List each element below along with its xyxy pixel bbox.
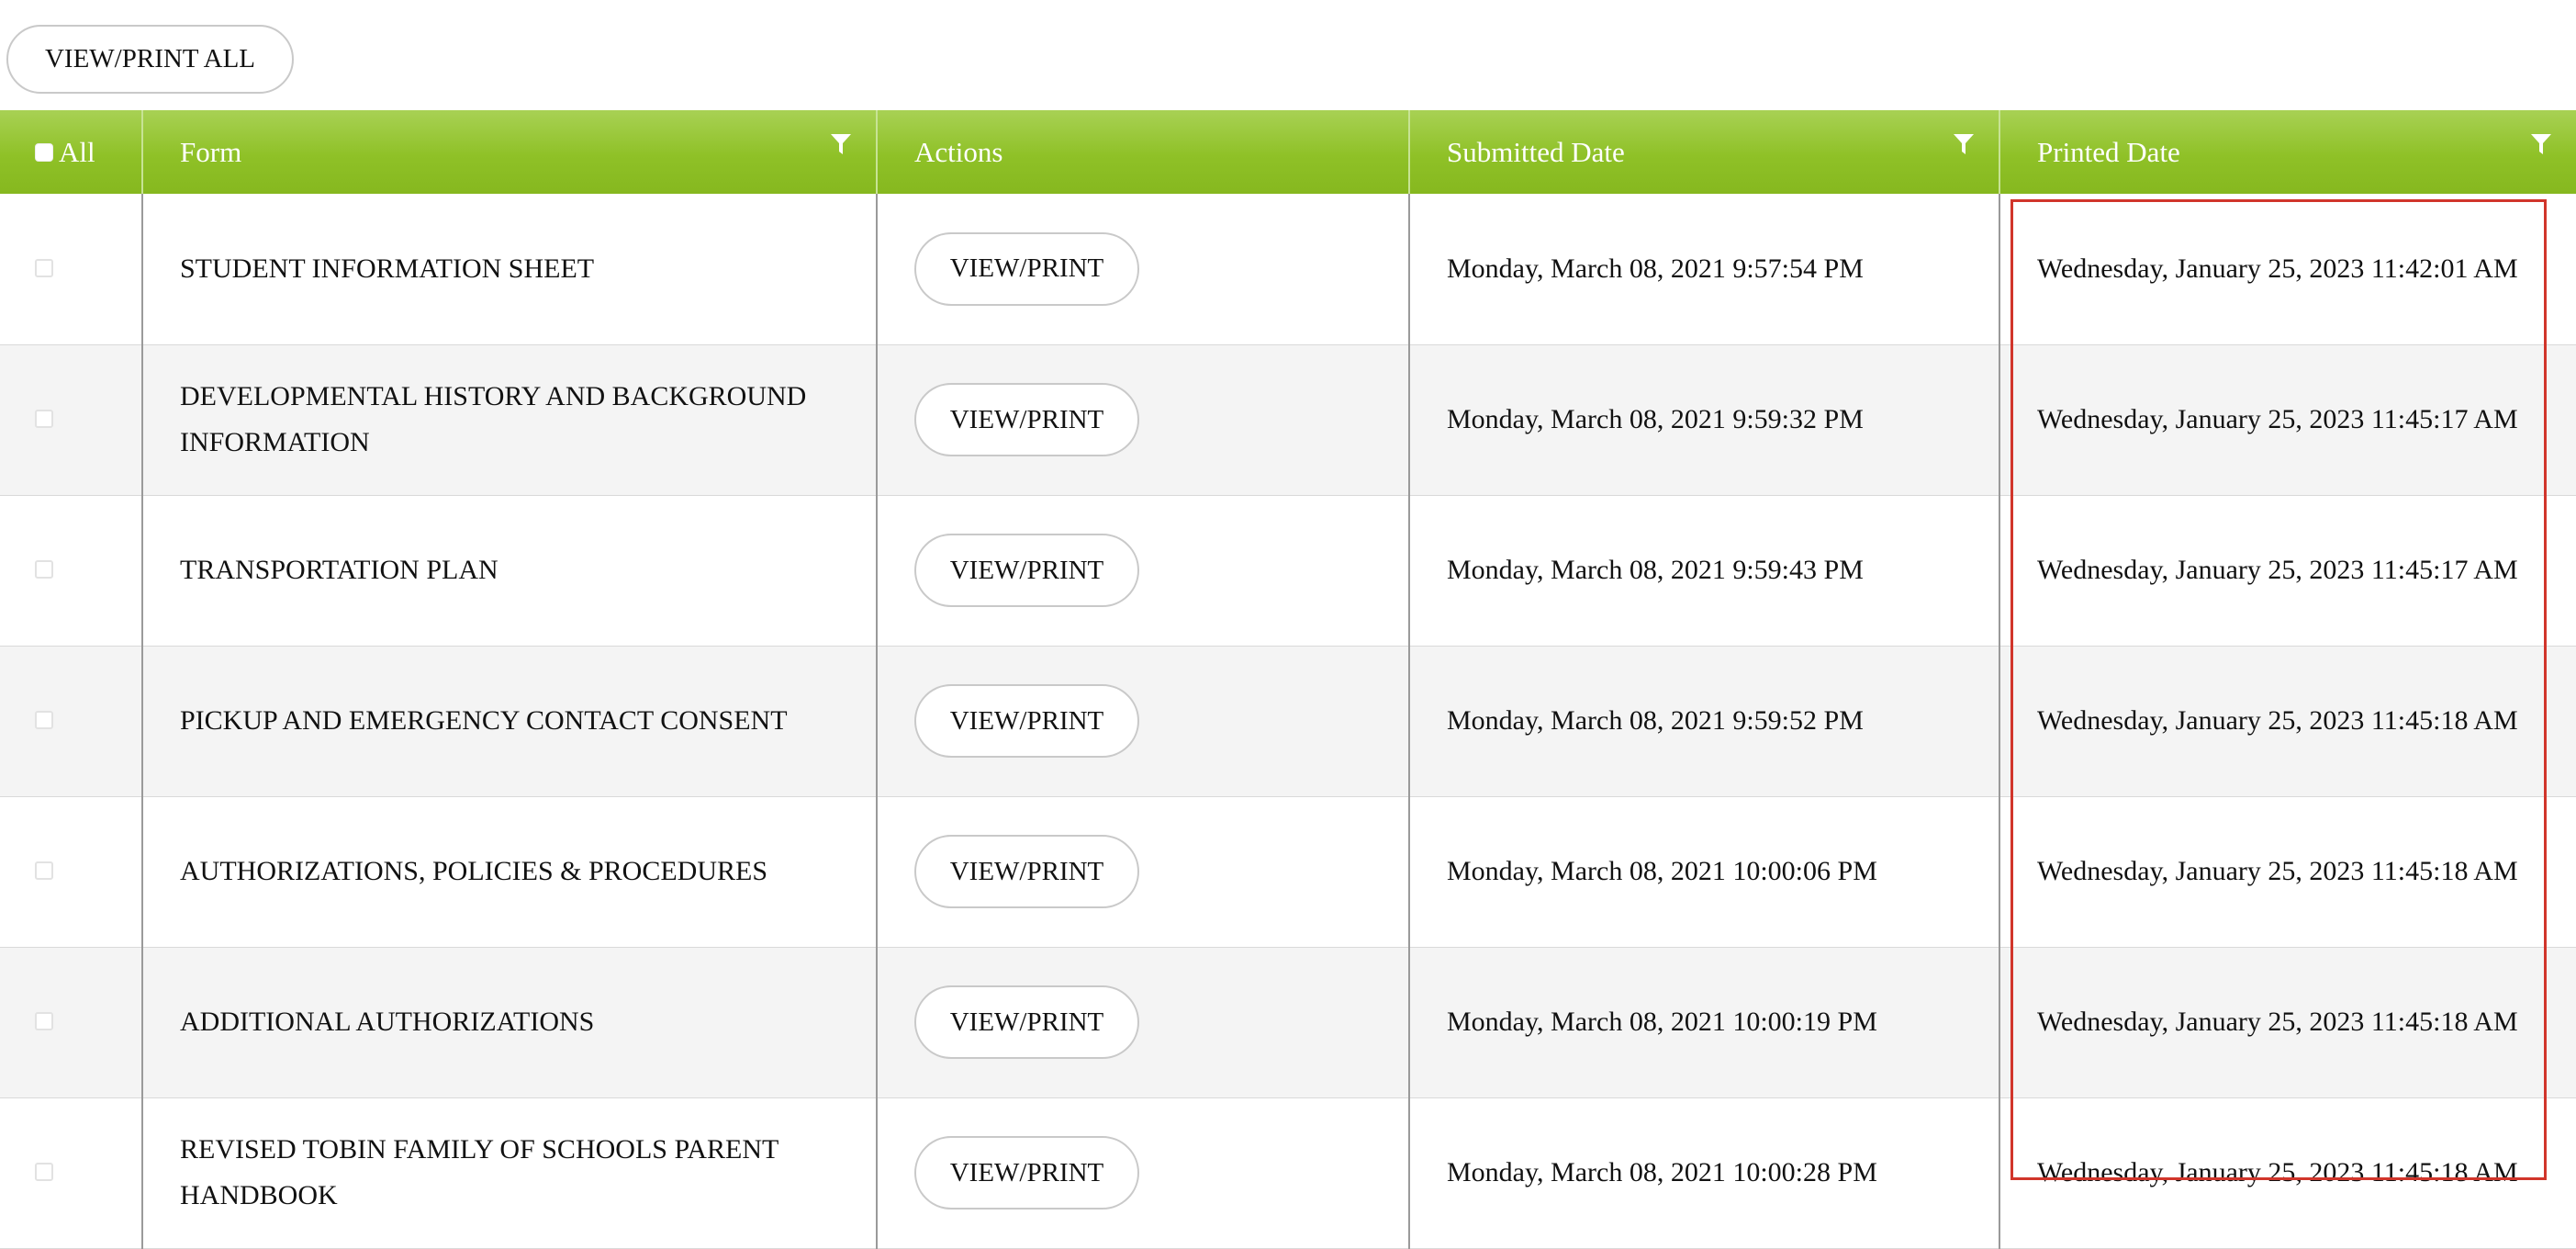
submitted-date-cell: Monday, March 08, 2021 9:59:52 PM	[1409, 646, 2000, 797]
submitted-date-cell: Monday, March 08, 2021 9:59:43 PM	[1409, 495, 2000, 647]
form-name-cell: PICKUP AND EMERGENCY CONTACT CONSENT	[142, 646, 878, 797]
row-select-cell	[0, 344, 143, 496]
row-select-cell	[0, 194, 143, 345]
view-print-button[interactable]: VIEW/PRINT	[914, 835, 1139, 908]
printed-date-cell: Wednesday, January 25, 2023 11:45:17 AM	[1999, 344, 2576, 496]
table-row: PICKUP AND EMERGENCY CONTACT CONSENT VIE…	[0, 646, 2576, 797]
row-checkbox[interactable]	[35, 560, 53, 579]
row-checkbox[interactable]	[35, 711, 53, 729]
row-checkbox[interactable]	[35, 1012, 53, 1030]
filter-icon[interactable]	[830, 132, 852, 156]
view-print-button[interactable]: VIEW/PRINT	[914, 1136, 1139, 1210]
actions-cell: VIEW/PRINT	[877, 1097, 1410, 1249]
view-print-button[interactable]: VIEW/PRINT	[914, 684, 1139, 758]
submitted-date-cell: Monday, March 08, 2021 10:00:19 PM	[1409, 947, 2000, 1098]
printed-date-cell: Wednesday, January 25, 2023 11:42:01 AM	[1999, 194, 2576, 345]
actions-cell: VIEW/PRINT	[877, 495, 1410, 647]
view-print-all-button[interactable]: VIEW/PRINT ALL	[6, 25, 294, 94]
view-print-button[interactable]: VIEW/PRINT	[914, 985, 1139, 1059]
header-actions-label: Actions	[914, 135, 1003, 168]
actions-cell: VIEW/PRINT	[877, 947, 1410, 1098]
table-row: DEVELOPMENTAL HISTORY AND BACKGROUND INF…	[0, 344, 2576, 496]
header-select-all[interactable]: All	[0, 110, 143, 194]
printed-date-cell: Wednesday, January 25, 2023 11:45:18 AM	[1999, 646, 2576, 797]
form-name-cell: REVISED TOBIN FAMILY OF SCHOOLS PARENT H…	[142, 1097, 878, 1249]
actions-cell: VIEW/PRINT	[877, 796, 1410, 948]
submitted-date-cell: Monday, March 08, 2021 9:59:32 PM	[1409, 344, 2000, 496]
header-printed-label: Printed Date	[2037, 135, 2180, 168]
view-print-button[interactable]: VIEW/PRINT	[914, 534, 1139, 607]
actions-cell: VIEW/PRINT	[877, 646, 1410, 797]
form-name-cell: ADDITIONAL AUTHORIZATIONS	[142, 947, 878, 1098]
actions-cell: VIEW/PRINT	[877, 194, 1410, 345]
row-select-cell	[0, 947, 143, 1098]
header-actions: Actions	[877, 110, 1410, 194]
row-checkbox[interactable]	[35, 861, 53, 880]
form-name-cell: DEVELOPMENTAL HISTORY AND BACKGROUND INF…	[142, 344, 878, 496]
header-form-label: Form	[180, 135, 242, 168]
header-submitted-label: Submitted Date	[1447, 135, 1625, 168]
table-row: REVISED TOBIN FAMILY OF SCHOOLS PARENT H…	[0, 1097, 2576, 1249]
row-checkbox[interactable]	[35, 258, 53, 277]
row-select-cell	[0, 646, 143, 797]
printed-date-cell: Wednesday, January 25, 2023 11:45:18 AM	[1999, 947, 2576, 1098]
view-print-button[interactable]: VIEW/PRINT	[914, 383, 1139, 456]
header-submitted-date: Submitted Date	[1409, 110, 2000, 194]
printed-date-cell: Wednesday, January 25, 2023 11:45:18 AM	[1999, 796, 2576, 948]
row-checkbox[interactable]	[35, 410, 53, 428]
select-all-checkbox[interactable]	[35, 142, 53, 162]
form-name-cell: AUTHORIZATIONS, POLICIES & PROCEDURES	[142, 796, 878, 948]
table-header: All Form Actions Submitted Date Printed …	[0, 110, 2576, 194]
forms-table: All Form Actions Submitted Date Printed …	[0, 110, 2576, 1249]
submitted-date-cell: Monday, March 08, 2021 10:00:06 PM	[1409, 796, 2000, 948]
printed-date-cell: Wednesday, January 25, 2023 11:45:18 AM	[1999, 1097, 2576, 1249]
filter-icon[interactable]	[1953, 132, 1975, 156]
table-row: STUDENT INFORMATION SHEET VIEW/PRINT Mon…	[0, 194, 2576, 345]
header-form: Form	[142, 110, 878, 194]
select-all-label: All	[59, 135, 95, 168]
submitted-date-cell: Monday, March 08, 2021 9:57:54 PM	[1409, 194, 2000, 345]
table-row: TRANSPORTATION PLAN VIEW/PRINT Monday, M…	[0, 495, 2576, 647]
row-checkbox[interactable]	[35, 1163, 53, 1181]
actions-cell: VIEW/PRINT	[877, 344, 1410, 496]
table-body: STUDENT INFORMATION SHEET VIEW/PRINT Mon…	[0, 194, 2576, 1249]
view-print-button[interactable]: VIEW/PRINT	[914, 231, 1139, 306]
table-row: ADDITIONAL AUTHORIZATIONS VIEW/PRINT Mon…	[0, 947, 2576, 1098]
row-select-cell	[0, 1097, 143, 1249]
filter-icon[interactable]	[2530, 132, 2552, 156]
row-select-cell	[0, 796, 143, 948]
row-select-cell	[0, 495, 143, 647]
header-printed-date: Printed Date	[1999, 110, 2576, 194]
form-name-cell: STUDENT INFORMATION SHEET	[142, 194, 878, 345]
submitted-date-cell: Monday, March 08, 2021 10:00:28 PM	[1409, 1097, 2000, 1249]
printed-date-cell: Wednesday, January 25, 2023 11:45:17 AM	[1999, 495, 2576, 647]
form-name-cell: TRANSPORTATION PLAN	[142, 495, 878, 647]
table-row: AUTHORIZATIONS, POLICIES & PROCEDURES VI…	[0, 796, 2576, 948]
